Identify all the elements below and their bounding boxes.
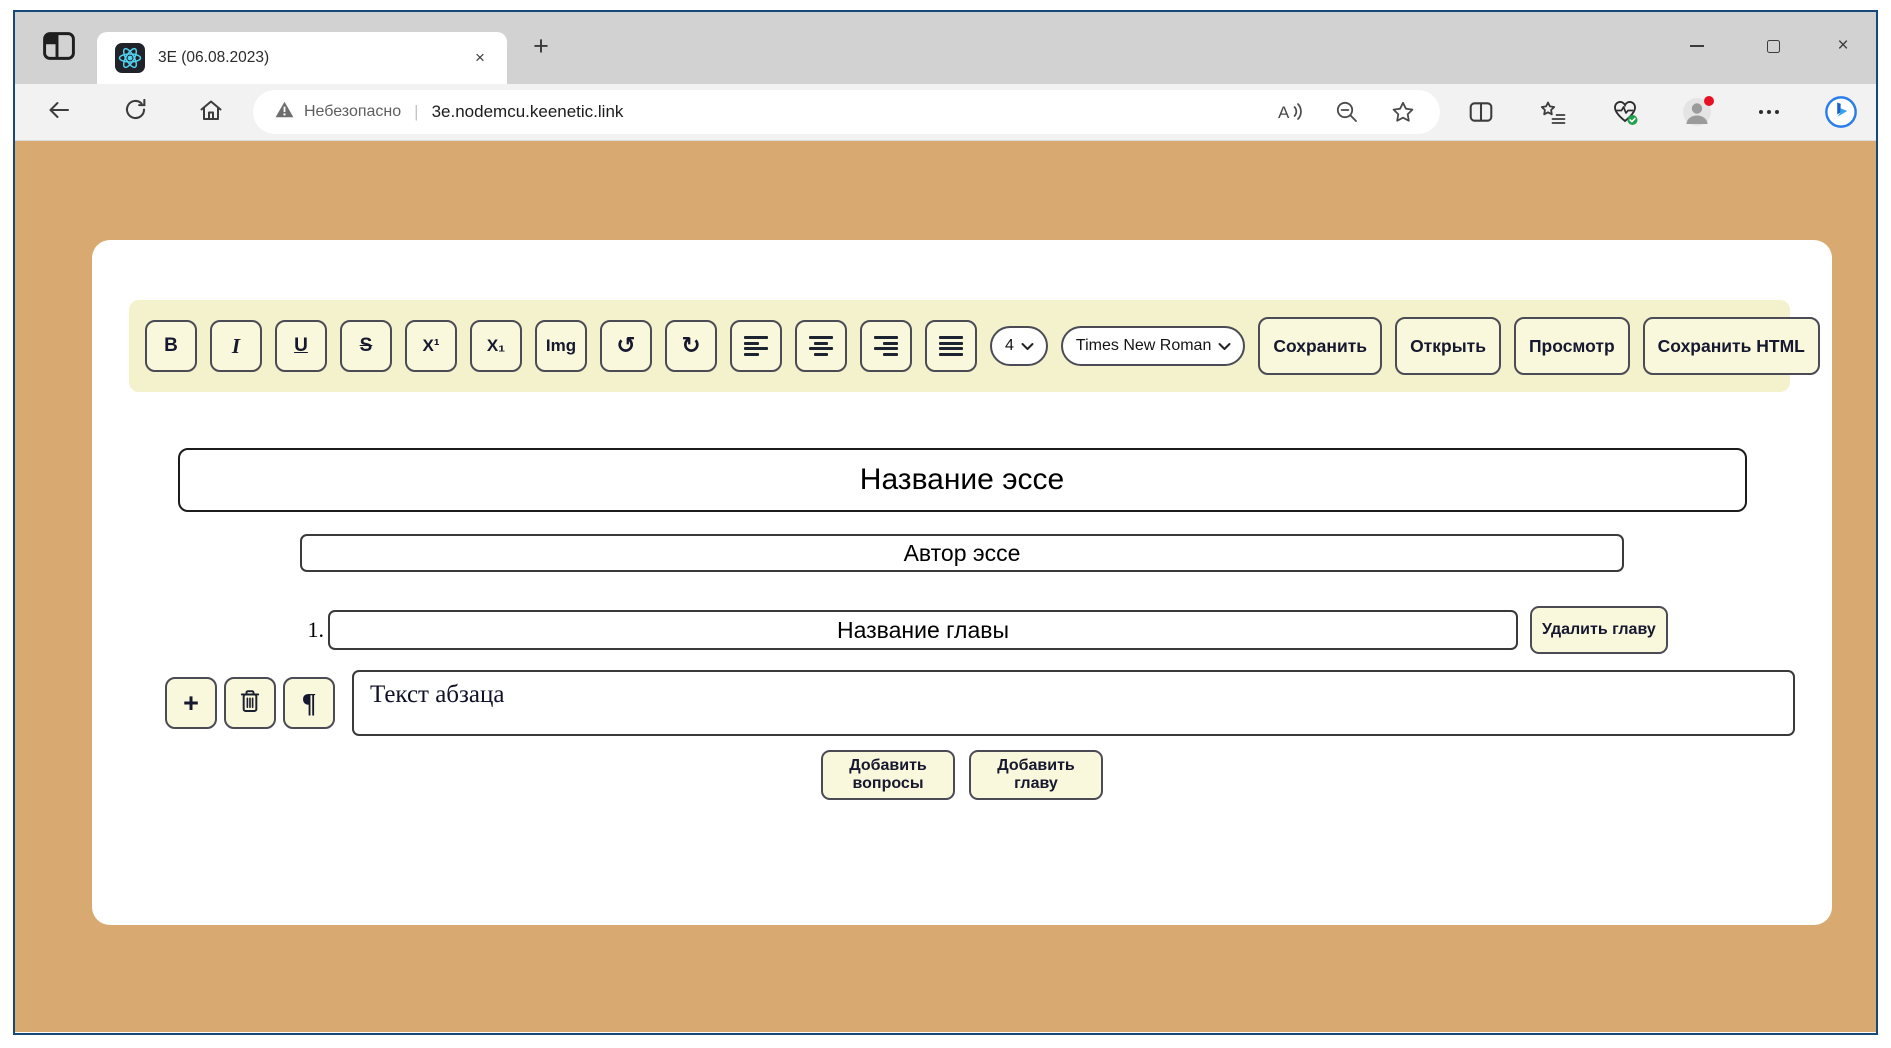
home-icon (198, 97, 224, 128)
minimize-button[interactable] (1676, 26, 1718, 66)
redo-icon: ↻ (681, 333, 700, 359)
close-icon: × (475, 48, 485, 68)
minimize-icon (1690, 45, 1704, 47)
zoom-out-icon (1335, 100, 1359, 124)
refresh-icon (123, 97, 148, 127)
delete-chapter-button[interactable]: Удалить главу (1530, 606, 1668, 654)
italic-button[interactable]: I (210, 320, 262, 372)
refresh-button[interactable] (117, 93, 153, 131)
browser-essentials-button[interactable] (1608, 94, 1642, 130)
trash-icon (239, 689, 261, 718)
align-center-button[interactable] (795, 320, 847, 372)
split-screen-button[interactable] (1464, 94, 1498, 130)
font-size-select[interactable]: 4 (990, 326, 1048, 366)
undo-button[interactable]: ↺ (600, 320, 652, 372)
maximize-button[interactable] (1752, 26, 1794, 66)
heart-pulse-icon (1610, 97, 1640, 127)
essay-title-input[interactable] (178, 448, 1747, 512)
chapter-row: 1. Удалить главу (292, 606, 1832, 654)
align-left-button[interactable] (730, 320, 782, 372)
tab-title: 3E (06.08.2023) (158, 49, 467, 67)
read-aloud-icon: A (1277, 100, 1305, 124)
svg-text:A: A (1278, 103, 1290, 122)
back-icon (46, 97, 72, 128)
align-right-icon (874, 336, 898, 356)
superscript-button[interactable]: X¹ (405, 320, 457, 372)
delete-paragraph-button[interactable] (224, 677, 276, 729)
bold-button[interactable]: B (145, 320, 197, 372)
back-button[interactable] (41, 93, 77, 131)
add-questions-button[interactable]: Добавить вопросы (821, 750, 955, 800)
chapter-title-input[interactable] (328, 610, 1518, 650)
address-bar[interactable]: Небезопасно | 3e.nodemcu.keenetic.link A (253, 90, 1440, 134)
editor-card: B I U S X¹ X₁ Img ↺ ↻ (92, 240, 1832, 925)
bing-icon (1824, 94, 1858, 130)
navbar: Небезопасно | 3e.nodemcu.keenetic.link A (15, 84, 1876, 141)
paragraph-row: + ¶ Текст абзаца (165, 670, 1832, 736)
star-icon (1391, 100, 1415, 124)
notification-dot (1704, 96, 1714, 106)
warning-icon (275, 101, 294, 123)
strikethrough-button[interactable]: S (340, 320, 392, 372)
underline-button[interactable]: U (275, 320, 327, 372)
align-center-icon (809, 336, 833, 356)
react-icon (115, 43, 145, 73)
chevron-down-icon (1218, 342, 1231, 351)
zoom-out-button[interactable] (1332, 97, 1362, 127)
undo-icon: ↺ (616, 333, 635, 359)
open-button[interactable]: Открыть (1395, 317, 1501, 375)
font-family-select[interactable]: Times New Roman (1061, 326, 1245, 366)
tab-strip: 3E (06.08.2023) × + × (15, 12, 1876, 84)
align-right-button[interactable] (860, 320, 912, 372)
image-button[interactable]: Img (535, 320, 587, 372)
plus-icon: + (533, 31, 549, 62)
tab-layout-icon (43, 32, 75, 65)
tab-close-button[interactable]: × (467, 45, 493, 71)
address-divider: | (414, 102, 418, 122)
security-label: Небезопасно (304, 103, 401, 121)
more-button[interactable] (1752, 94, 1786, 130)
pilcrow-icon: ¶ (302, 688, 317, 719)
collections-button[interactable] (1536, 94, 1570, 130)
chapter-number: 1. (292, 617, 328, 643)
footer-buttons: Добавить вопросы Добавить главу (92, 750, 1832, 800)
subscript-button[interactable]: X₁ (470, 320, 522, 372)
essay-author-input[interactable] (300, 534, 1624, 572)
collections-icon (1539, 99, 1567, 125)
justify-icon (939, 336, 963, 356)
save-button[interactable]: Сохранить (1258, 317, 1382, 375)
add-chapter-button[interactable]: Добавить главу (969, 750, 1103, 800)
ellipsis-icon (1756, 99, 1782, 125)
browser-window: 3E (06.08.2023) × + × (13, 10, 1878, 1035)
save-html-button[interactable]: Сохранить HTML (1643, 317, 1820, 375)
plus-icon: + (183, 688, 199, 719)
add-paragraph-button[interactable]: + (165, 677, 217, 729)
read-aloud-button[interactable]: A (1276, 97, 1306, 127)
url-text: 3e.nodemcu.keenetic.link (432, 102, 624, 122)
chevron-down-icon (1021, 342, 1034, 351)
maximize-icon (1767, 40, 1780, 53)
favorite-button[interactable] (1388, 97, 1418, 127)
page-background: B I U S X¹ X₁ Img ↺ ↻ (15, 141, 1876, 1032)
home-button[interactable] (193, 93, 229, 131)
justify-button[interactable] (925, 320, 977, 372)
copilot-button[interactable] (1824, 94, 1858, 130)
paragraph-textarea[interactable]: Текст абзаца (352, 670, 1795, 736)
editor-toolbar: B I U S X¹ X₁ Img ↺ ↻ (129, 300, 1790, 392)
align-left-icon (744, 336, 768, 356)
profile-button[interactable] (1680, 94, 1714, 130)
preview-button[interactable]: Просмотр (1514, 317, 1630, 375)
redo-button[interactable]: ↻ (665, 320, 717, 372)
close-button[interactable]: × (1822, 26, 1864, 66)
new-tab-button[interactable]: + (523, 28, 559, 64)
pilcrow-button[interactable]: ¶ (283, 677, 335, 729)
close-icon: × (1837, 35, 1848, 57)
split-screen-icon (1468, 99, 1494, 125)
tab-actions-button[interactable] (41, 32, 77, 64)
browser-tab[interactable]: 3E (06.08.2023) × (97, 32, 507, 84)
